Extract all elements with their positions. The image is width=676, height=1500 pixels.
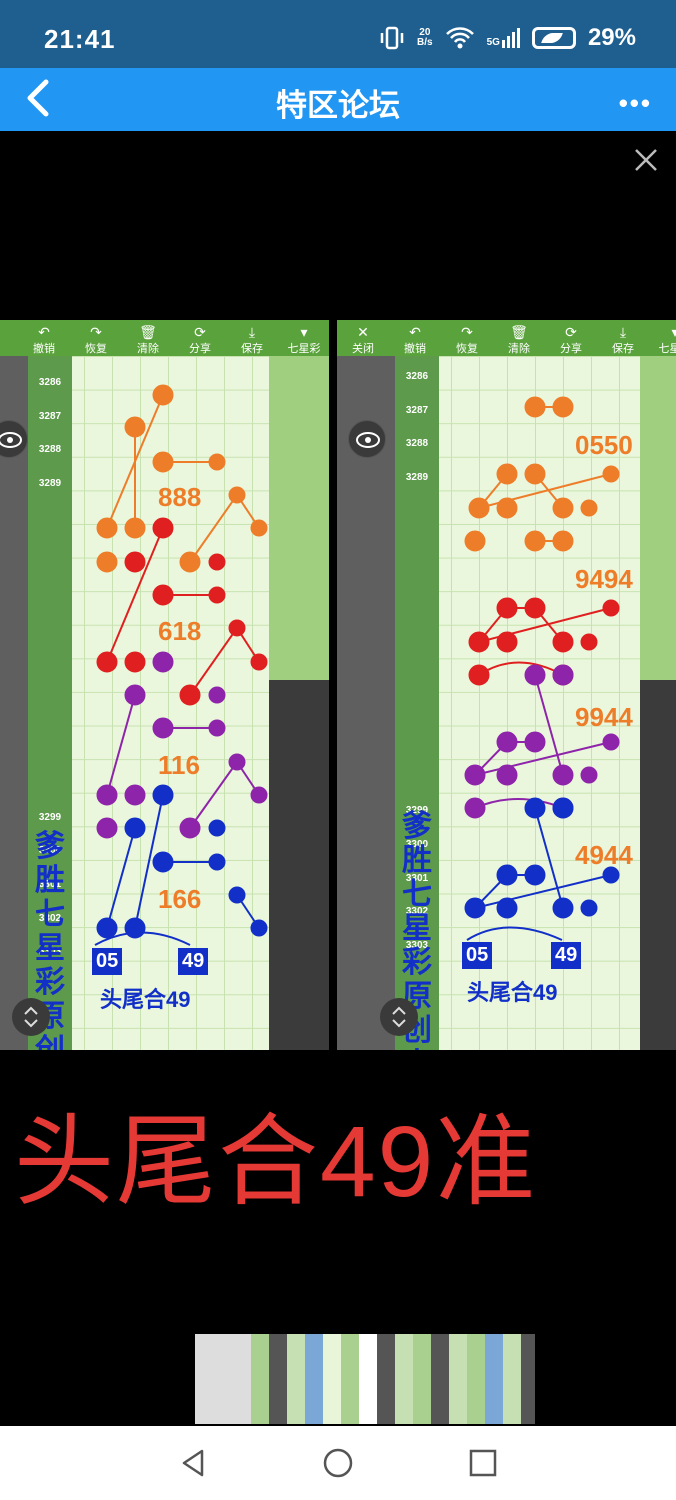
status-time: 21:41 — [44, 24, 116, 54]
annotation: 618 — [158, 616, 202, 646]
tail-number: 49 — [551, 942, 582, 969]
thumbnail[interactable] — [305, 1334, 323, 1424]
thumbnail[interactable] — [323, 1334, 341, 1424]
wifi-icon — [445, 27, 474, 49]
expand-icon[interactable] — [380, 998, 418, 1036]
back-nav-icon[interactable] — [176, 1446, 210, 1480]
thumbnail[interactable] — [269, 1334, 287, 1424]
thumbnail[interactable] — [251, 1334, 269, 1424]
thumbnail[interactable] — [195, 1334, 251, 1424]
annotation: 0550 — [575, 430, 633, 460]
thumbnail[interactable] — [431, 1334, 449, 1424]
thumbnail[interactable] — [503, 1334, 521, 1424]
thumbnail[interactable] — [395, 1334, 413, 1424]
annotation: 9944 — [575, 702, 633, 732]
page-title: 特区论坛 — [276, 88, 400, 123]
network-speed: 20 B/s — [417, 27, 433, 48]
thumbnail-strip[interactable] — [195, 1334, 537, 1424]
annotation: 888 — [158, 482, 202, 512]
thumbnail[interactable] — [359, 1334, 377, 1424]
status-bar: 21:41 20 B/s 5G 29% — [0, 0, 676, 68]
expand-icon[interactable] — [12, 998, 50, 1036]
close-icon[interactable] — [632, 146, 660, 174]
more-options-button[interactable]: ••• — [619, 88, 652, 119]
signal-icon: 5G — [487, 28, 520, 48]
vibrate-icon — [380, 26, 404, 50]
eye-icon[interactable] — [348, 420, 386, 458]
chart-image-right[interactable]: ✕关闭 ↶撤销 ↷恢复 🗑清除 ⟳分享 ⤓保存 ▾七星彩 32863287328… — [337, 320, 676, 1050]
annotation: 116 — [158, 750, 200, 780]
annotation: 166 — [158, 884, 202, 914]
status-icons: 20 B/s 5G 29% — [379, 24, 636, 52]
recents-nav-icon[interactable] — [466, 1446, 500, 1480]
headline-text: 头尾合49准 — [14, 1106, 538, 1218]
battery-percent: 29% — [587, 24, 636, 51]
chart-image-left[interactable]: ↶ 撤销 ↷ 恢复 🗑 清除 ⟳ 分享 ⤓ 保存 ▾ 七星彩 3286 3287 3288 328… — [0, 320, 329, 1050]
caption: 头尾合49 — [467, 980, 558, 1005]
home-nav-icon[interactable] — [321, 1446, 355, 1480]
thumbnail[interactable] — [467, 1334, 485, 1424]
thumbnail[interactable] — [521, 1334, 535, 1424]
thumbnail[interactable] — [377, 1334, 395, 1424]
battery-icon — [531, 27, 576, 49]
thumbnail[interactable] — [341, 1334, 359, 1424]
thumbnail[interactable] — [413, 1334, 431, 1424]
thumbnail[interactable] — [449, 1334, 467, 1424]
caption: 头尾合49 — [100, 987, 191, 1012]
eye-icon[interactable] — [0, 420, 28, 458]
tail-number: 49 — [178, 948, 209, 975]
head-number: 05 — [462, 942, 493, 969]
thumbnail[interactable] — [485, 1334, 503, 1424]
head-number: 05 — [92, 948, 123, 975]
annotation: 4944 — [575, 840, 633, 870]
system-navigation-bar — [0, 1426, 676, 1500]
app-header: 特区论坛 ••• — [0, 68, 676, 131]
thumbnail[interactable] — [287, 1334, 305, 1424]
annotation: 9494 — [575, 564, 633, 594]
